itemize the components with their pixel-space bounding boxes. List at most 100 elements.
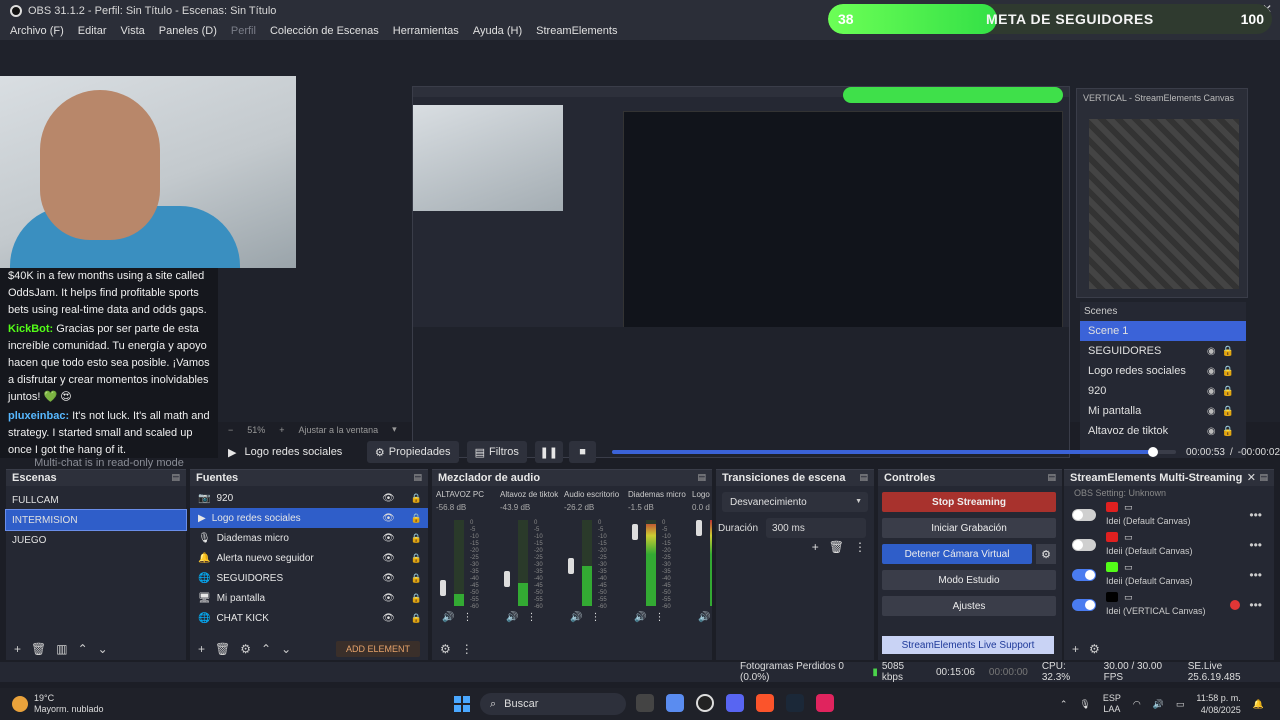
output-toggle[interactable] (1072, 539, 1096, 551)
notifications-icon[interactable]: 🔔 (1253, 699, 1264, 710)
source-item[interactable]: 🖥 Mi pantalla 👁 🔒 (190, 588, 428, 608)
trash-icon[interactable]: 🗑 (31, 642, 46, 656)
discord-icon[interactable] (726, 694, 744, 712)
scene-item[interactable]: INTERMISION (5, 509, 187, 531)
clock[interactable]: 11:58 p. m. 4/08/2025 (1196, 692, 1240, 716)
menu-paneles[interactable]: Paneles (D) (159, 25, 217, 37)
menu-vista[interactable]: Vista (121, 25, 145, 37)
source-item[interactable]: 🌐 CHAT KICK 👁 🔒 (190, 608, 428, 628)
menu-herramientas[interactable]: Herramientas (393, 25, 459, 37)
studio-mode-button[interactable]: Modo Estudio (882, 570, 1056, 590)
volume-fader[interactable] (632, 524, 638, 540)
lock-icon[interactable]: 🔒 (411, 493, 422, 504)
settings-button[interactable]: Ajustes (882, 596, 1056, 616)
dock-menu-icon[interactable]: ▤ (697, 472, 706, 483)
vertical-source-item[interactable]: Altavoz de tiktok ◉🔒 (1080, 421, 1246, 441)
filters-button[interactable]: ▤ Filtros (466, 441, 527, 463)
add-icon[interactable]: + (1072, 642, 1079, 656)
dock-menu-icon[interactable]: ▤ (171, 472, 180, 483)
vertical-source-item[interactable]: 920 ◉🔒 (1080, 381, 1246, 401)
output-toggle[interactable] (1072, 599, 1096, 611)
eye-icon[interactable]: 👁 (382, 513, 395, 524)
arrow-down-icon[interactable]: ⌄ (281, 642, 291, 656)
language-indicator[interactable]: ESP LAA (1103, 693, 1121, 715)
scene-item[interactable]: JUEGO (6, 530, 186, 550)
source-item[interactable]: 🔔 Alerta nuevo seguidor 👁 🔒 (190, 548, 428, 568)
dock-menu-icon[interactable]: ▤ (859, 472, 868, 483)
output-toggle[interactable] (1072, 509, 1096, 521)
lock-icon[interactable]: 🔒 (411, 513, 422, 524)
visibility-icon[interactable]: ◉🔒 (1207, 386, 1240, 397)
trash-icon[interactable]: 🗑 (215, 642, 230, 656)
chevron-down-icon[interactable]: ▾ (392, 424, 397, 435)
more-icon[interactable]: ••• (1249, 508, 1262, 522)
error-icon[interactable] (1230, 600, 1240, 610)
microphone-icon[interactable]: 🎙 (1079, 699, 1090, 710)
eye-icon[interactable]: 👁 (382, 553, 395, 564)
add-icon[interactable]: + (812, 540, 819, 554)
eye-icon[interactable]: 👁 (382, 593, 395, 604)
vertical-canvas-preview[interactable]: VERTICAL - StreamElements Canvas (1076, 88, 1248, 298)
source-item[interactable]: 🎙 Diademas micro 👁 🔒 (190, 528, 428, 548)
vertical-source-item[interactable]: SEGUIDORES ◉🔒 (1080, 341, 1246, 361)
duration-input[interactable]: 300 ms (766, 518, 867, 538)
vertical-source-item[interactable]: Mi pantalla ◉🔒 (1080, 401, 1246, 421)
properties-button[interactable]: ⚙ Propiedades (366, 441, 459, 463)
more-icon[interactable]: ⋮ (854, 540, 866, 554)
arrow-down-icon[interactable]: ⌄ (98, 642, 108, 656)
eye-icon[interactable]: 👁 (382, 533, 395, 544)
obs-app-icon[interactable] (696, 694, 714, 712)
vertical-scene-item[interactable]: Scene 1 (1080, 321, 1246, 341)
lock-icon[interactable]: 🔒 (411, 613, 422, 624)
menu-ayuda[interactable]: Ayuda (H) (473, 25, 522, 37)
menu-perfil[interactable]: Perfil (231, 25, 256, 37)
source-item[interactable]: ▶ Logo redes sociales 👁 🔒 (190, 508, 428, 528)
preview-canvas[interactable]: $40K in a few months using a site called… (0, 40, 1280, 469)
speaker-icon[interactable]: 🔊 (698, 612, 712, 623)
chevron-up-icon[interactable]: ⌃ (1060, 699, 1068, 710)
stop-virtual-camera-button[interactable]: Detener Cámara Virtual (882, 544, 1032, 564)
zoom-in-icon[interactable]: + (279, 425, 284, 435)
zoom-out-icon[interactable]: − (228, 425, 233, 435)
menu-editar[interactable]: Editar (78, 25, 107, 37)
vertical-source-item[interactable]: Logo redes sociales ◉🔒 (1080, 361, 1246, 381)
gear-icon[interactable]: ⚙ (1036, 544, 1056, 564)
volume-fader[interactable] (440, 580, 446, 596)
filter-icon[interactable]: ▥ (56, 642, 67, 656)
lock-icon[interactable]: 🔒 (411, 573, 422, 584)
add-icon[interactable]: + (198, 642, 205, 656)
arrow-up-icon[interactable]: ⌃ (261, 642, 271, 656)
gear-icon[interactable]: ⚙ (1089, 642, 1100, 656)
volume-fader[interactable] (504, 571, 510, 587)
wifi-icon[interactable]: ◠ (1133, 699, 1141, 710)
dock-menu-icon[interactable]: ▤ (413, 472, 422, 483)
add-element-button[interactable]: ADD ELEMENT (335, 641, 420, 657)
media-progress-bar[interactable] (612, 447, 1177, 457)
task-view-icon[interactable] (636, 694, 654, 712)
menu-archivo[interactable]: Archivo (F) (10, 25, 64, 37)
more-icon[interactable]: ••• (1249, 598, 1262, 612)
more-icon[interactable]: ⋮ (461, 642, 473, 656)
eye-icon[interactable]: 👁 (382, 573, 395, 584)
brave-icon[interactable] (756, 694, 774, 712)
volume-icon[interactable]: 🔊 (1153, 699, 1164, 710)
dock-menu-icon[interactable]: ▤ (1259, 472, 1268, 483)
start-recording-button[interactable]: Iniciar Grabación (882, 518, 1056, 538)
more-icon[interactable]: ⋮ (526, 612, 544, 623)
eye-icon[interactable]: 👁 (382, 493, 395, 504)
tiktok-live-icon[interactable] (816, 694, 834, 712)
volume-fader[interactable] (696, 520, 702, 536)
menu-coleccion[interactable]: Colección de Escenas (270, 25, 379, 37)
trash-icon[interactable]: 🗑 (829, 540, 844, 554)
source-item[interactable]: 📷 920 👁 🔒 (190, 488, 428, 508)
stop-streaming-button[interactable]: Stop Streaming (882, 492, 1056, 512)
more-icon[interactable]: ••• (1249, 568, 1262, 582)
lock-icon[interactable]: 🔒 (411, 593, 422, 604)
taskbar-search[interactable]: ⌕ Buscar (480, 693, 626, 715)
close-icon[interactable]: ✕ (1247, 471, 1256, 484)
speaker-icon[interactable]: 🔊 (442, 612, 462, 623)
more-icon[interactable]: ⋮ (654, 612, 672, 623)
media-progress-knob[interactable] (1148, 447, 1159, 457)
windows-start-icon[interactable] (454, 696, 470, 712)
pause-button[interactable]: ❚❚ (534, 441, 563, 463)
